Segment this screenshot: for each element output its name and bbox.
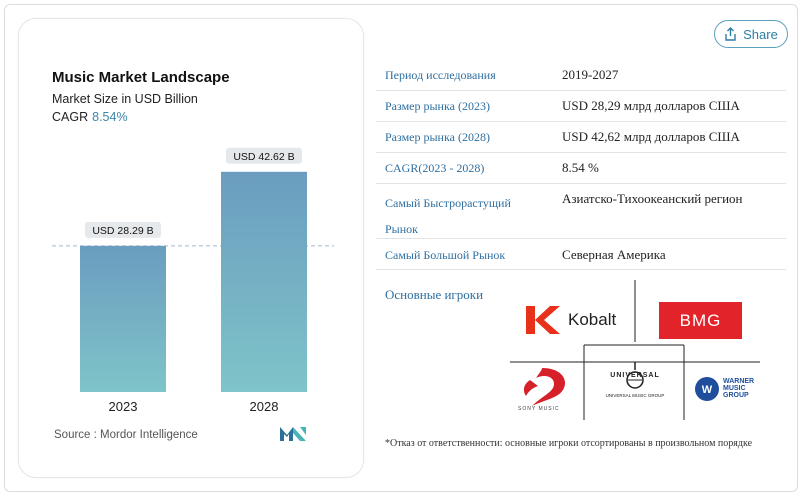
kobalt-name: Kobalt bbox=[568, 310, 617, 329]
table-row: Размер рынка (2023) USD 28,29 млрд долла… bbox=[376, 91, 786, 122]
warner-music-group-logo: W WARNER MUSIC GROUP bbox=[694, 376, 758, 404]
bar-2028 bbox=[221, 171, 307, 392]
x-tick-label: 2023 bbox=[109, 399, 138, 414]
kobalt-logo: Kobalt bbox=[524, 304, 624, 336]
row-label: CAGR(2023 - 2028) bbox=[385, 161, 485, 175]
table-row: Самый Большой Рынок Северная Америка bbox=[376, 239, 786, 270]
table-row: CAGR(2023 - 2028) 8.54 % bbox=[376, 153, 786, 184]
x-tick-label: 2028 bbox=[250, 399, 279, 414]
table-row: Период исследования 2019-2027 bbox=[376, 60, 786, 91]
warner-name-3: GROUP bbox=[723, 392, 749, 399]
row-label: Самый Большой Рынок bbox=[385, 248, 506, 262]
row-value: 2019-2027 bbox=[562, 67, 619, 82]
chart-source: Source : Mordor Intelligence bbox=[54, 429, 198, 441]
warner-name-1: WARNER bbox=[723, 378, 755, 385]
row-value: 8.54 % bbox=[562, 160, 599, 175]
key-players-label: Основные игроки bbox=[385, 287, 484, 302]
row-value: USD 28,29 млрд долларов США bbox=[562, 98, 740, 113]
warner-shield-icon: W bbox=[695, 377, 719, 401]
data-label: USD 28.29 B bbox=[92, 225, 153, 237]
warner-name-2: MUSIC bbox=[723, 385, 746, 392]
row-label: Самый Быстрорастущий Рынок bbox=[385, 196, 511, 236]
row-value: Азиатско-Тихоокеанский регион bbox=[562, 191, 743, 206]
bmg-name: BMG bbox=[679, 311, 722, 330]
sony-music-logo: SONY MUSIC bbox=[514, 366, 570, 416]
sony-music-icon bbox=[523, 368, 566, 406]
share-button[interactable]: Share bbox=[714, 20, 788, 48]
table-row: Размер рынка (2028) USD 42,62 млрд долла… bbox=[376, 122, 786, 153]
svg-text:W: W bbox=[702, 384, 713, 396]
universal-globe-icon bbox=[626, 362, 644, 389]
sony-name: SONY MUSIC bbox=[518, 406, 560, 412]
kobalt-k-icon bbox=[526, 306, 560, 334]
share-icon bbox=[725, 27, 736, 41]
universal-sub: UNIVERSAL MUSIC GROUP bbox=[605, 393, 665, 398]
disclaimer: *Отказ от ответственности: основные игро… bbox=[385, 438, 753, 449]
share-label: Share bbox=[743, 26, 778, 42]
row-label: Размер рынка (2023) bbox=[385, 99, 490, 113]
row-value: Северная Америка bbox=[562, 247, 666, 262]
table-row: Самый Быстрорастущий Рынок Азиатско-Тихо… bbox=[376, 184, 786, 239]
mordor-logo-icon bbox=[280, 427, 306, 441]
data-label: USD 42.62 B bbox=[233, 151, 294, 163]
bmg-logo: BMG bbox=[659, 302, 742, 339]
row-label: Период исследования bbox=[385, 68, 496, 82]
row-label: Размер рынка (2028) bbox=[385, 130, 490, 144]
universal-logo: UNIVERSAL UNIVERSAL MUSIC GROUP bbox=[585, 360, 685, 410]
row-value: USD 42,62 млрд долларов США bbox=[562, 129, 740, 144]
bar-2023 bbox=[80, 245, 166, 392]
